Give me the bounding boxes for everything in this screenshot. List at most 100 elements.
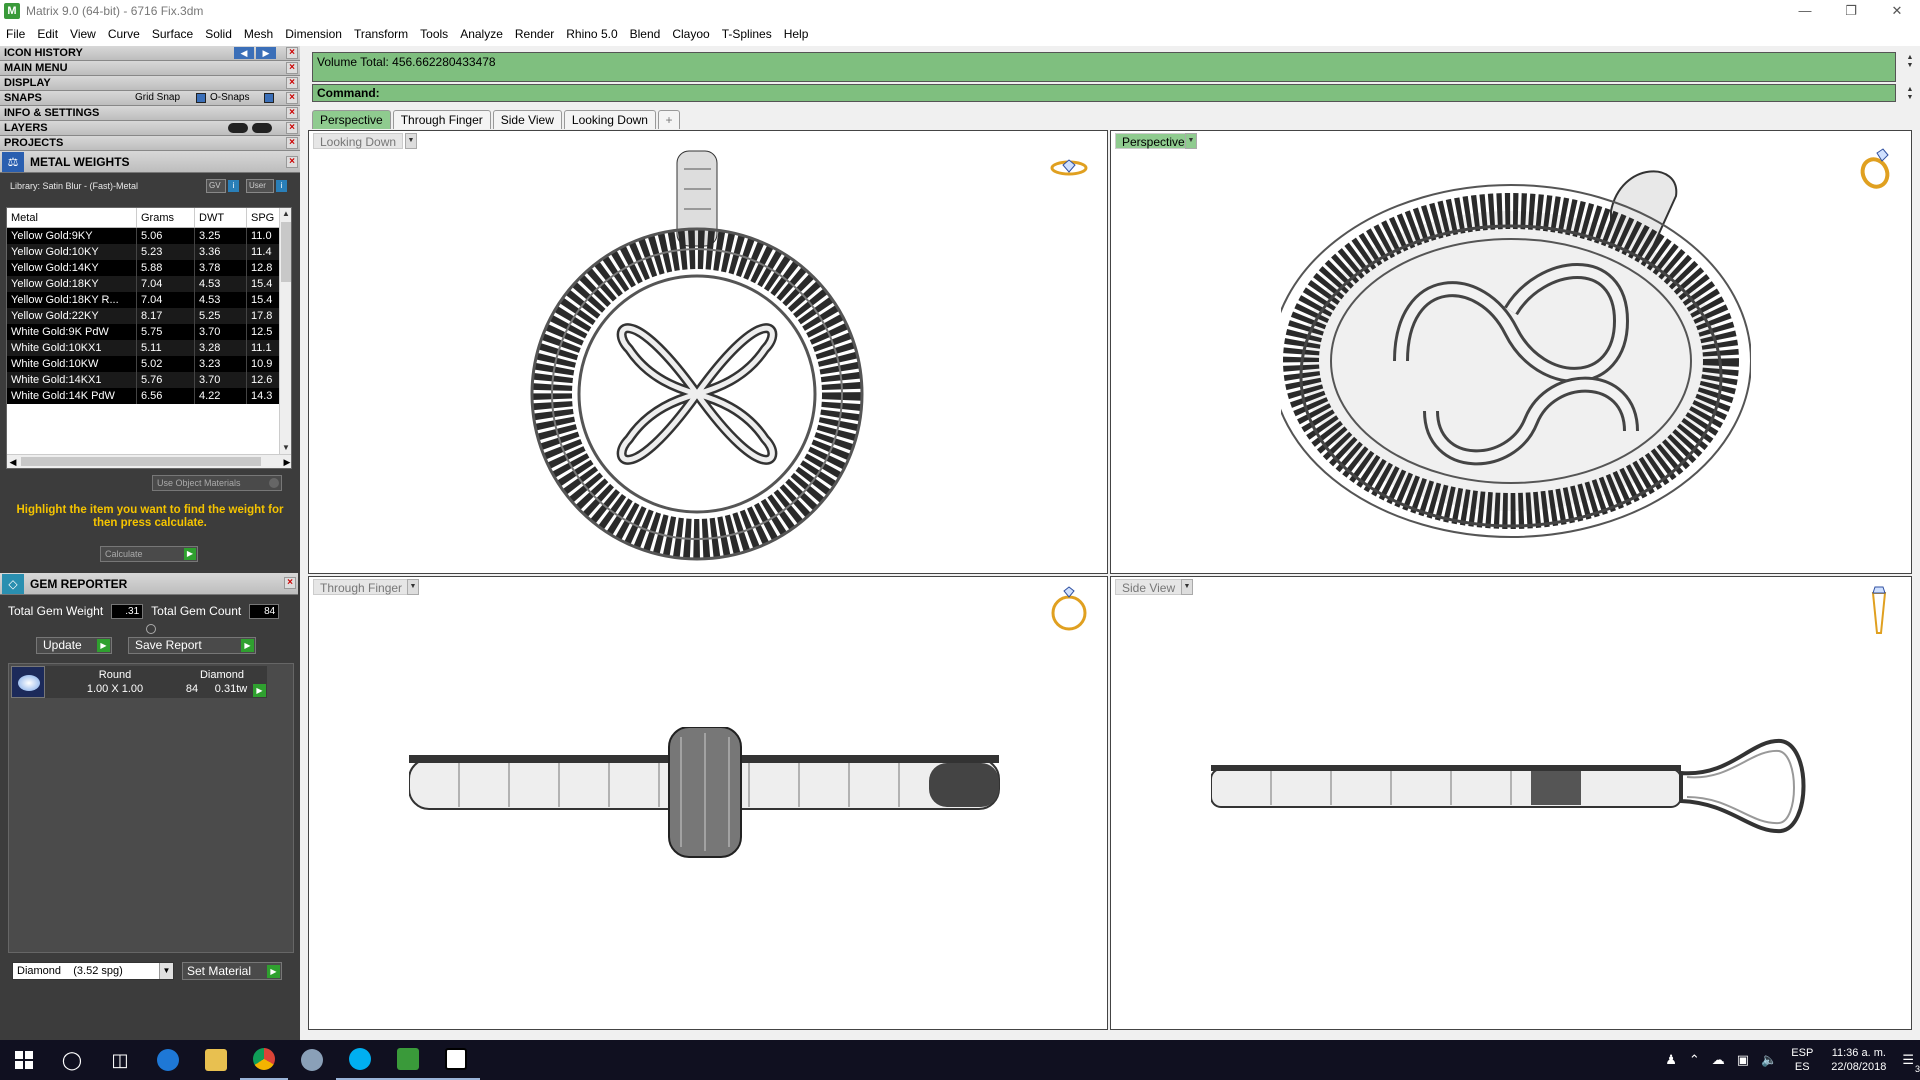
user-toggle[interactable]: i — [276, 180, 287, 192]
material-select[interactable]: Diamond (3.52 spg) ▼ — [12, 962, 174, 980]
splitter-handle-icon[interactable] — [146, 624, 156, 634]
tab-side-view[interactable]: Side View — [492, 110, 562, 129]
viewport-side-view[interactable]: Side View ▼ — [1110, 576, 1912, 1030]
history-back-icon[interactable]: ◀ — [234, 47, 254, 59]
tab-looking-down[interactable]: Looking Down — [563, 110, 656, 129]
table-horizontal-scrollbar[interactable]: ◀ ▶ — [7, 454, 291, 468]
table-row[interactable]: Yellow Gold:22KY 8.17 5.25 17.8 — [7, 308, 291, 324]
chevron-down-icon[interactable]: ▼ — [407, 579, 419, 595]
scroll-thumb[interactable] — [21, 457, 261, 466]
section-display[interactable]: DISPLAY × — [0, 76, 300, 91]
menu-view[interactable]: View — [64, 24, 102, 44]
o-snaps-checkbox[interactable] — [264, 93, 274, 103]
eye-icon[interactable] — [252, 123, 272, 133]
save-report-button[interactable]: Save Report ▶ — [128, 637, 256, 654]
people-icon[interactable]: ♟ — [1665, 1052, 1677, 1068]
menu-render[interactable]: Render — [509, 24, 560, 44]
chevron-down-icon[interactable]: ▼ — [1181, 579, 1193, 595]
use-object-materials-button[interactable]: Use Object Materials — [152, 475, 282, 491]
restore-button[interactable]: ❐ — [1828, 0, 1874, 22]
network-icon[interactable]: ▣ — [1737, 1052, 1749, 1068]
clock[interactable]: 11:36 a. m. 22/08/2018 — [1831, 1046, 1886, 1074]
gv-field[interactable]: GV — [206, 179, 226, 193]
matrix-icon[interactable] — [384, 1040, 432, 1080]
user-field[interactable]: User — [246, 179, 274, 193]
close-icon[interactable]: × — [286, 107, 298, 119]
table-row[interactable]: Yellow Gold:18KY 7.04 4.53 15.4 — [7, 276, 291, 292]
search-icon[interactable]: ◯ — [48, 1040, 96, 1080]
tab-perspective[interactable]: Perspective — [312, 110, 391, 129]
start-button[interactable] — [0, 1040, 48, 1080]
chevron-up-icon[interactable]: ⌃ — [1689, 1052, 1700, 1068]
menu-file[interactable]: File — [0, 24, 31, 44]
play-icon[interactable]: ▶ — [253, 684, 266, 697]
menu-clayoo[interactable]: Clayoo — [666, 24, 715, 44]
viewport-label[interactable]: Looking Down — [313, 133, 404, 149]
menu-tools[interactable]: Tools — [414, 24, 454, 44]
viewport-through-finger[interactable]: Through Finger ▼ — [308, 576, 1108, 1030]
table-row[interactable]: Yellow Gold:18KY R... 7.04 4.53 15.4 — [7, 292, 291, 308]
menu-surface[interactable]: Surface — [146, 24, 199, 44]
notifications-icon[interactable]: ☰ 3 — [1902, 1052, 1920, 1074]
task-view-icon[interactable]: ◫ — [96, 1040, 144, 1080]
close-icon[interactable]: × — [286, 47, 298, 59]
command-scroll-icon[interactable]: ▲ ▼ — [1904, 86, 1916, 102]
section-layers[interactable]: LAYERS × — [0, 121, 300, 136]
table-row[interactable]: White Gold:14K PdW 6.56 4.22 14.3 — [7, 388, 291, 404]
table-row[interactable]: Yellow Gold:14KY 5.88 3.78 12.8 — [7, 260, 291, 276]
section-snaps[interactable]: SNAPS Grid Snap O-Snaps × — [0, 91, 300, 106]
update-button[interactable]: Update ▶ — [36, 637, 112, 654]
menu-transform[interactable]: Transform — [348, 24, 414, 44]
skype-icon[interactable] — [336, 1040, 384, 1080]
section-main-menu[interactable]: MAIN MENU × — [0, 61, 300, 76]
cloud-icon[interactable]: ☁ — [1712, 1052, 1725, 1068]
file-explorer-icon[interactable] — [192, 1040, 240, 1080]
history-scroll-icon[interactable]: ▲ ▼ — [1904, 54, 1916, 70]
column-spg[interactable]: SPG — [247, 208, 279, 227]
close-icon[interactable]: × — [286, 77, 298, 89]
table-row[interactable]: White Gold:10KX1 5.11 3.28 11.1 — [7, 340, 291, 356]
close-button[interactable]: ✕ — [1874, 0, 1920, 22]
viewport-perspective[interactable]: Perspective ▼ — [1110, 130, 1912, 574]
gv-toggle[interactable]: i — [228, 180, 239, 192]
column-grams[interactable]: Grams — [137, 208, 195, 227]
chrome-icon[interactable] — [240, 1040, 288, 1080]
set-material-button[interactable]: Set Material ▶ — [182, 962, 282, 980]
menu-dimension[interactable]: Dimension — [279, 24, 348, 44]
table-row[interactable]: White Gold:10KW 5.02 3.23 10.9 — [7, 356, 291, 372]
menu-analyze[interactable]: Analyze — [454, 24, 509, 44]
list-item[interactable]: Round Diamond 1.00 X 1.00 84 0.31tw ▶ — [11, 666, 267, 698]
scroll-up-icon[interactable]: ▲ — [280, 208, 291, 220]
chevron-down-icon[interactable]: ▼ — [159, 963, 173, 979]
minimize-button[interactable]: — — [1782, 0, 1828, 22]
rhino-icon[interactable] — [288, 1040, 336, 1080]
viewport-label[interactable]: Side View — [1115, 579, 1183, 595]
command-line[interactable]: Command: — [312, 84, 1896, 102]
history-forward-icon[interactable]: ▶ — [256, 47, 276, 59]
section-info-settings[interactable]: INFO & SETTINGS × — [0, 106, 300, 121]
volume-icon[interactable]: 🔈 — [1761, 1052, 1777, 1068]
scroll-left-icon[interactable]: ◀ — [7, 455, 19, 468]
add-tab-button[interactable]: + — [657, 110, 680, 129]
chevron-down-icon[interactable]: ▼ — [405, 133, 417, 149]
calculate-button[interactable]: Calculate ▶ — [100, 546, 198, 562]
radio-icon[interactable] — [269, 478, 279, 488]
close-icon[interactable]: × — [286, 156, 298, 168]
menu-rhino[interactable]: Rhino 5.0 — [560, 24, 623, 44]
menu-solid[interactable]: Solid — [199, 24, 238, 44]
edge-icon[interactable] — [144, 1040, 192, 1080]
photos-icon[interactable] — [432, 1040, 480, 1080]
column-dwt[interactable]: DWT — [195, 208, 247, 227]
table-row[interactable]: White Gold:14KX1 5.76 3.70 12.6 — [7, 372, 291, 388]
close-icon[interactable]: × — [284, 577, 296, 589]
viewport-looking-down[interactable]: Looking Down ▼ — [308, 130, 1108, 574]
table-row[interactable]: White Gold:9K PdW 5.75 3.70 12.5 — [7, 324, 291, 340]
close-icon[interactable]: × — [286, 122, 298, 134]
scroll-thumb[interactable] — [281, 222, 291, 282]
table-row[interactable]: Yellow Gold:9KY 5.06 3.25 11.0 — [7, 228, 291, 244]
menu-mesh[interactable]: Mesh — [238, 24, 279, 44]
scroll-right-icon[interactable]: ▶ — [281, 455, 291, 468]
menu-help[interactable]: Help — [778, 24, 815, 44]
scroll-down-icon[interactable]: ▼ — [280, 442, 291, 454]
viewport-label[interactable]: Perspective — [1115, 133, 1192, 149]
